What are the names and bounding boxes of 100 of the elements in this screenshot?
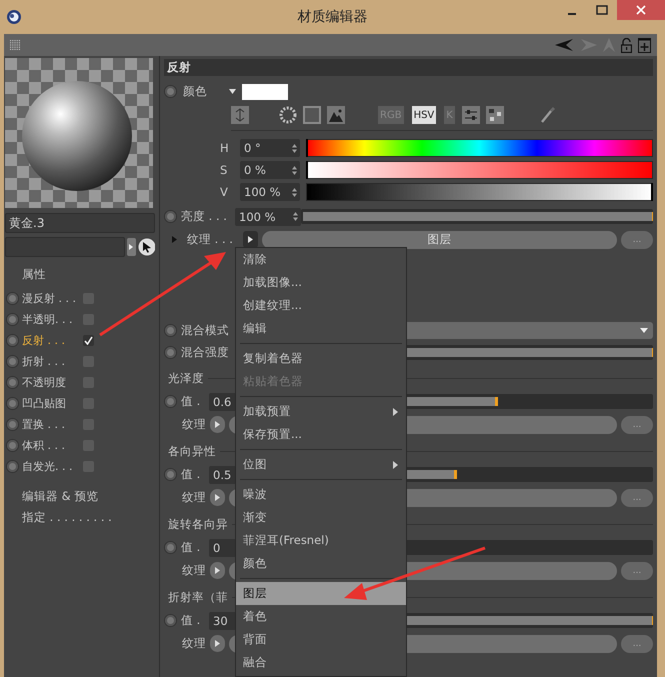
menu-item[interactable]: 噪波	[236, 483, 406, 506]
keyframe-icon[interactable]	[164, 85, 177, 98]
keyframe-icon[interactable]	[164, 468, 177, 481]
dropdown-field[interactable]	[5, 237, 125, 257]
back-arrow-icon[interactable]	[555, 39, 575, 51]
channel-label[interactable]: 漫反射 . . .	[22, 291, 78, 306]
slider-marker[interactable]	[306, 139, 308, 157]
keyframe-icon[interactable]	[6, 418, 19, 431]
sliders-icon[interactable]	[462, 106, 480, 124]
spinner-arrows-icon[interactable]	[293, 212, 298, 221]
grid-icon[interactable]	[10, 40, 21, 50]
color-wheel-icon[interactable]	[279, 106, 297, 124]
spinner-arrows-icon[interactable]	[292, 166, 297, 174]
channel-label[interactable]: 置换 . . .	[22, 417, 78, 432]
keyframe-icon[interactable]	[164, 324, 177, 336]
menu-item[interactable]: 背面	[236, 628, 406, 651]
menu-item[interactable]: 加载图像...	[236, 271, 406, 294]
section-header: 反射	[164, 59, 653, 76]
panel-link[interactable]: 编辑器 & 预览	[22, 489, 159, 504]
texture-arrow-button[interactable]	[210, 635, 225, 652]
value-field[interactable]: 100 %	[240, 183, 300, 201]
color-mode-button[interactable]: HSV	[410, 105, 438, 125]
channel-label[interactable]: 半透明. . .	[22, 312, 78, 327]
menu-item[interactable]: 创建纹理...	[236, 294, 406, 317]
channel-label[interactable]: 自发光. . .	[22, 459, 78, 474]
menu-item[interactable]: 位图	[236, 453, 406, 476]
image-icon[interactable]	[327, 106, 345, 124]
keyframe-icon[interactable]	[6, 313, 19, 326]
keyframe-icon[interactable]	[164, 210, 177, 223]
value-field[interactable]: 100 %	[235, 208, 301, 226]
value-label: 值 .	[181, 394, 202, 409]
keyframe-icon[interactable]	[6, 439, 19, 452]
channel-letter: H	[220, 141, 230, 155]
menu-item[interactable]: 保存预置...	[236, 423, 406, 446]
blend-strength-label: 混合强度	[181, 344, 230, 360]
caret-down-icon[interactable]	[229, 89, 236, 94]
section-label: 属性	[22, 267, 47, 282]
texture-label: 纹理	[182, 490, 206, 505]
eyedropper-icon[interactable]	[540, 106, 556, 124]
color-swatch[interactable]	[242, 84, 288, 100]
channel-label[interactable]: 体积 . . .	[22, 438, 78, 453]
menu-item[interactable]: 清除	[236, 248, 406, 271]
spinner-arrows-icon[interactable]	[292, 144, 297, 152]
channel-label[interactable]: 折射 . . .	[22, 354, 78, 369]
value-field[interactable]: 0 %	[240, 161, 300, 179]
texture-arrow-button[interactable]	[243, 231, 258, 248]
texture-arrow-button[interactable]	[210, 562, 225, 579]
new-window-icon[interactable]	[638, 38, 651, 52]
swatches-icon[interactable]	[486, 106, 504, 124]
keyframe-icon[interactable]	[6, 292, 19, 305]
menu-item[interactable]: 渐变	[236, 506, 406, 529]
app-logo-icon	[6, 9, 22, 25]
panel-link[interactable]: 指定 . . . . . . . . .	[22, 510, 159, 525]
keyframe-icon[interactable]	[6, 376, 19, 389]
lock-icon[interactable]	[621, 38, 632, 52]
keyframe-icon[interactable]	[6, 460, 19, 473]
spinner-arrows-icon[interactable]	[292, 188, 297, 196]
value-field[interactable]: 0 °	[240, 139, 300, 157]
channel-letter: V	[220, 185, 229, 199]
keyframe-icon[interactable]	[164, 346, 177, 358]
slider-marker[interactable]	[306, 161, 308, 179]
texture-label: 纹理	[182, 636, 206, 651]
keyframe-icon[interactable]	[6, 397, 19, 410]
slider-marker[interactable]	[651, 183, 653, 201]
gradient-slider[interactable]	[306, 183, 653, 201]
texture-arrow-button[interactable]	[210, 489, 225, 506]
window-title: 材质编辑器	[298, 9, 368, 25]
close-button[interactable]	[617, 0, 665, 20]
material-name-field[interactable]: 黄金.3	[5, 213, 155, 233]
menu-item[interactable]: 着色	[236, 605, 406, 628]
keyframe-icon[interactable]	[6, 355, 19, 368]
keyframe-icon[interactable]	[164, 614, 177, 627]
keyframe-icon[interactable]	[6, 334, 19, 347]
brightness-label: 亮度 . . .	[181, 209, 228, 224]
menu-item[interactable]: 图层	[236, 582, 406, 605]
group-title: 折射率（菲	[168, 590, 228, 604]
channel-letter: S	[220, 163, 228, 177]
texture-button[interactable]: 图层	[262, 230, 617, 248]
menu-item[interactable]: 颜色	[236, 552, 406, 575]
channel-label[interactable]: 反射 . . .	[22, 333, 78, 348]
dropdown-arrow-button[interactable]	[126, 238, 136, 256]
channel-label[interactable]: 不透明度	[22, 375, 78, 390]
caret-icon	[215, 567, 220, 574]
gradient-slider[interactable]	[306, 139, 653, 157]
keyframe-icon[interactable]	[164, 395, 177, 408]
keyframe-icon[interactable]	[164, 541, 177, 554]
slider-fill[interactable]	[303, 212, 653, 221]
caret-icon	[172, 236, 177, 243]
cursor-icon[interactable]	[138, 238, 155, 256]
menu-item[interactable]: 融合	[236, 651, 406, 674]
texture-label: 纹理	[182, 563, 206, 578]
menu-item[interactable]: 菲涅耳(Fresnel)	[236, 529, 406, 552]
channel-label[interactable]: 凹凸贴图	[22, 396, 78, 411]
gradient-square-icon[interactable]	[303, 106, 321, 124]
menu-item[interactable]: 加载预置	[236, 400, 406, 423]
menu-item[interactable]: 编辑	[236, 317, 406, 340]
texture-arrow-button[interactable]	[210, 416, 225, 433]
menu-item[interactable]: 复制着色器	[236, 347, 406, 370]
checkbox[interactable]	[83, 335, 94, 346]
gradient-slider[interactable]	[306, 161, 653, 179]
